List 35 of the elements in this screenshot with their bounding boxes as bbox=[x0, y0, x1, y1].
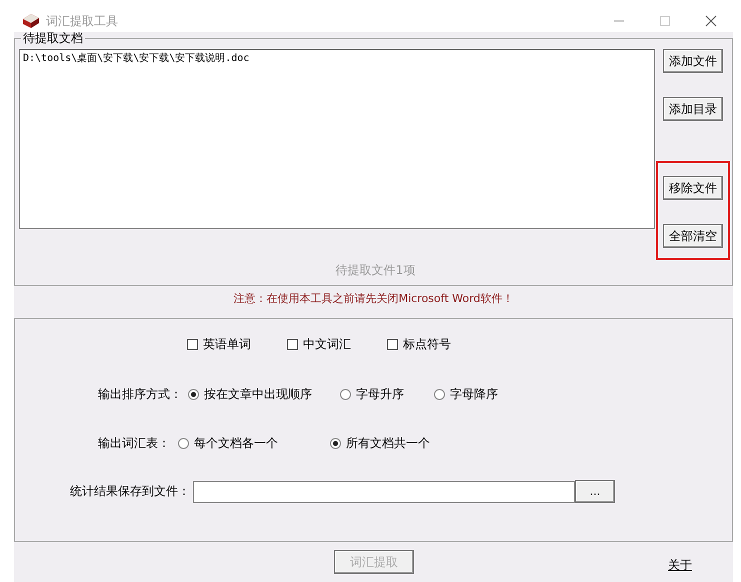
checkbox[interactable] bbox=[387, 339, 398, 350]
radio-button[interactable] bbox=[178, 438, 189, 449]
option-label: 输出词汇表： bbox=[98, 435, 170, 452]
field-label: 统计结果保存到文件： bbox=[70, 483, 190, 500]
side-button[interactable]: 添加目录 bbox=[663, 97, 723, 121]
radio-button[interactable] bbox=[188, 389, 199, 400]
radio-label: 字母升序 bbox=[356, 386, 404, 403]
radio-button[interactable] bbox=[330, 438, 341, 449]
radio-label: 每个文档各一个 bbox=[194, 435, 278, 452]
book-icon bbox=[22, 13, 40, 29]
radio-button[interactable] bbox=[434, 389, 445, 400]
browse-button[interactable]: ... bbox=[575, 480, 615, 503]
file-list[interactable]: D:\tools\桌面\安下载\安下载\安下载说明.doc bbox=[19, 49, 655, 229]
checkbox-label: 标点符号 bbox=[403, 336, 451, 353]
checkbox-label: 英语单词 bbox=[203, 336, 251, 353]
radio-label: 字母降序 bbox=[450, 386, 498, 403]
radio-label: 所有文档共一个 bbox=[346, 435, 430, 452]
side-button[interactable]: 移除文件 bbox=[663, 176, 723, 200]
file-path-field[interactable] bbox=[193, 480, 575, 502]
file-item[interactable]: D:\tools\桌面\安下载\安下载\安下载说明.doc bbox=[23, 51, 651, 65]
window-title: 词汇提取工具 bbox=[46, 12, 118, 30]
option-label: 输出排序方式： bbox=[98, 386, 182, 403]
checkbox-label: 中文词汇 bbox=[303, 336, 351, 353]
file-count: 待提取文件1项 bbox=[336, 262, 416, 279]
close-icon[interactable] bbox=[705, 15, 717, 27]
group-label: 待提取文档 bbox=[21, 32, 85, 45]
radio-button[interactable] bbox=[340, 389, 351, 400]
checkbox[interactable] bbox=[287, 339, 298, 350]
side-button[interactable]: 全部清空 bbox=[663, 224, 723, 248]
checkbox[interactable] bbox=[187, 339, 198, 350]
notice-text: 注意：在使用本工具之前请先关闭Microsoft Word软件！ bbox=[234, 291, 514, 307]
side-button[interactable]: 添加文件 bbox=[663, 49, 723, 73]
about-link[interactable]: 关于 bbox=[668, 556, 692, 574]
radio-label: 按在文章中出现顺序 bbox=[204, 386, 312, 403]
extract-button: 词汇提取 bbox=[334, 550, 414, 574]
